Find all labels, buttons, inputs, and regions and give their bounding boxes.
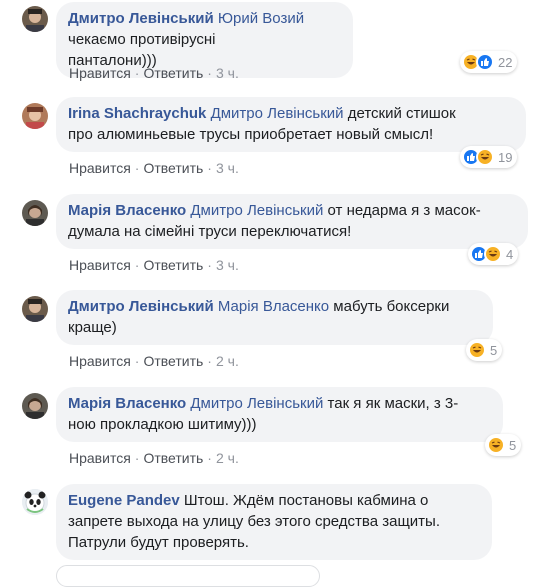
avatar[interactable] xyxy=(22,103,48,129)
comment-text: чекаємо противірусні xyxy=(68,31,216,48)
comment-author[interactable]: Irina Shachraychuk xyxy=(68,105,206,122)
comment-text: Штош. Ждём постановы кабмина о xyxy=(183,492,429,509)
haha-reaction-icon xyxy=(487,436,505,454)
haha-reaction-icon xyxy=(476,148,494,166)
comment-author[interactable]: Марія Власенко xyxy=(68,395,186,412)
separator-dot: · xyxy=(134,450,140,466)
comment-text: мабуть боксерки xyxy=(333,298,450,315)
haha-reaction-icon xyxy=(468,341,486,359)
avatar[interactable] xyxy=(22,200,48,226)
comment-timestamp[interactable]: 2 ч. xyxy=(216,450,239,466)
comment-text: Патрули будут проверять. xyxy=(68,534,249,551)
like-link[interactable]: Нравится xyxy=(69,450,131,466)
reaction-summary[interactable]: 5 xyxy=(485,434,522,456)
like-link[interactable]: Нравится xyxy=(69,257,131,273)
comment-mention[interactable]: Дмитро Левінський xyxy=(190,202,323,219)
comment-actions: Нравится · Ответить · 3 ч. xyxy=(69,159,239,177)
comment-text: про алюминьевые трусы приобретает новый … xyxy=(68,126,434,143)
comment-mention[interactable]: Юрий Возий xyxy=(218,10,304,27)
avatar[interactable] xyxy=(22,393,48,419)
reaction-count: 22 xyxy=(498,54,513,70)
avatar[interactable] xyxy=(22,6,48,32)
reaction-count: 19 xyxy=(498,149,513,165)
comment-text: краще) xyxy=(68,319,117,336)
comment-mention[interactable]: Дмитро Левінський xyxy=(190,395,323,412)
avatar[interactable] xyxy=(22,296,48,322)
comment-timestamp[interactable]: 2 ч. xyxy=(216,353,239,369)
comment-mention[interactable]: Марія Власенко xyxy=(218,298,329,315)
comment-actions: Нравится · Ответить · 3 ч. xyxy=(69,64,239,82)
reaction-summary[interactable]: 22 xyxy=(460,51,518,73)
comment-text: думала на сімейні труси переключатися! xyxy=(68,223,352,240)
next-comment-bubble xyxy=(56,565,320,587)
reaction-summary[interactable]: 4 xyxy=(468,243,519,265)
comment-timestamp[interactable]: 3 ч. xyxy=(216,65,239,81)
comment-text: так я як маски, з 3- xyxy=(327,395,459,412)
comment-bubble: Irina Shachraychuk Дмитро Левінський дет… xyxy=(56,97,526,152)
separator-dot: · xyxy=(207,65,212,81)
separator-dot: · xyxy=(207,257,212,273)
comment-actions: Нравится · Ответить · 2 ч. xyxy=(69,352,239,370)
reply-link[interactable]: Ответить xyxy=(143,160,203,176)
like-link[interactable]: Нравится xyxy=(69,65,131,81)
comment-bubble: Марія Власенко Дмитро Левінський так я я… xyxy=(56,387,503,442)
separator-dot: · xyxy=(134,160,140,176)
comment-text: ною прокладкою шитиму))) xyxy=(68,416,257,433)
separator-dot: · xyxy=(207,353,212,369)
comment-bubble: Eugene Pandev Штош. Ждём постановы кабми… xyxy=(56,484,492,560)
reaction-summary[interactable]: 19 xyxy=(460,146,518,168)
comment-timestamp[interactable]: 3 ч. xyxy=(216,160,239,176)
separator-dot: · xyxy=(134,257,140,273)
reaction-summary[interactable]: 5 xyxy=(466,339,503,361)
comment-text: детский стишок xyxy=(347,105,456,122)
comment-mention[interactable]: Дмитро Левінський xyxy=(211,105,344,122)
like-link[interactable]: Нравится xyxy=(69,353,131,369)
reply-link[interactable]: Ответить xyxy=(143,257,203,273)
like-link[interactable]: Нравится xyxy=(69,160,131,176)
comment-author[interactable]: Марія Власенко xyxy=(68,202,186,219)
separator-dot: · xyxy=(207,160,212,176)
comment-text: запрете выхода на улицу без этого средст… xyxy=(68,513,440,530)
separator-dot: · xyxy=(207,450,212,466)
reply-link[interactable]: Ответить xyxy=(143,65,203,81)
comment-text: от недарма я з масок- xyxy=(327,202,481,219)
comment-actions: Нравится · Ответить · 3 ч. xyxy=(69,256,239,274)
avatar[interactable] xyxy=(22,489,48,515)
comment-timestamp[interactable]: 3 ч. xyxy=(216,257,239,273)
like-reaction-icon xyxy=(476,53,494,71)
comment-author[interactable]: Eugene Pandev xyxy=(68,492,180,509)
comment-author[interactable]: Дмитро Левінський xyxy=(68,10,214,27)
separator-dot: · xyxy=(134,353,140,369)
comment-author[interactable]: Дмитро Левінський xyxy=(68,298,214,315)
reaction-count: 4 xyxy=(506,246,514,262)
comment-bubble: Дмитро Левінський Марія Власенко мабуть … xyxy=(56,290,493,345)
reply-link[interactable]: Ответить xyxy=(143,450,203,466)
separator-dot: · xyxy=(134,65,140,81)
reaction-count: 5 xyxy=(509,437,517,453)
comment-bubble: Марія Власенко Дмитро Левінський от неда… xyxy=(56,194,528,249)
haha-reaction-icon xyxy=(484,245,502,263)
comment-actions: Нравится · Ответить · 2 ч. xyxy=(69,449,239,467)
reaction-count: 5 xyxy=(490,342,498,358)
reply-link[interactable]: Ответить xyxy=(143,353,203,369)
